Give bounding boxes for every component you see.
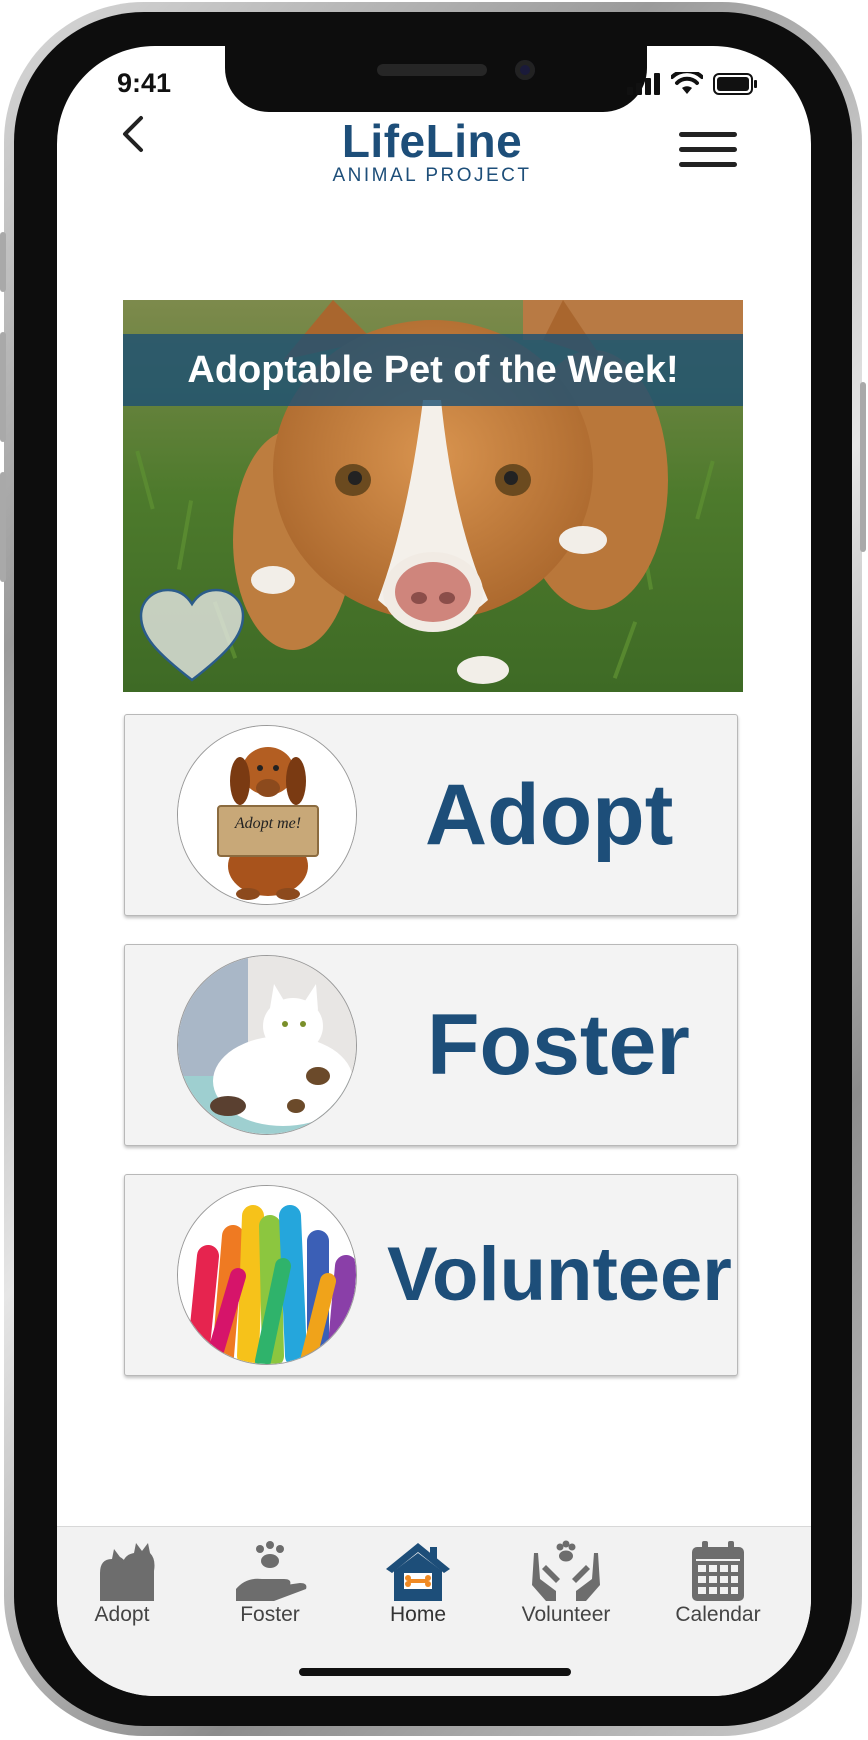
tab-calendar[interactable]: Calendar — [663, 1539, 773, 1639]
hamburger-menu-button[interactable] — [677, 130, 739, 170]
wifi-icon — [671, 72, 703, 94]
calendar-icon — [692, 1541, 744, 1601]
logo-title: LifeLine — [341, 115, 523, 167]
pet-of-the-week-banner: Adoptable Pet of the Week! — [123, 334, 743, 406]
notch — [225, 46, 647, 112]
tab-home[interactable]: Home — [363, 1539, 473, 1639]
tab-home-label: Home — [389, 1603, 447, 1626]
hands-paw-icon — [532, 1540, 600, 1601]
foster-cat-image — [177, 955, 357, 1135]
volume-up-button — [0, 332, 6, 442]
status-time: 9:41 — [117, 68, 172, 98]
volunteer-hands-image — [177, 1185, 357, 1365]
pet-of-the-week-card[interactable]: Adoptable Pet of the Week! — [123, 300, 743, 692]
favorite-heart-button[interactable] — [137, 588, 247, 688]
pets-icon — [100, 1543, 155, 1601]
battery-icon — [713, 73, 757, 95]
adopt-label: Adopt — [425, 767, 674, 863]
adopt-card-button[interactable]: Adopt me! Adopt — [124, 714, 738, 916]
signal-icon — [627, 73, 660, 95]
lifeline-logo[interactable]: LifeLine ANIMAL PROJECT — [297, 116, 567, 186]
tab-foster-label: Foster — [240, 1603, 300, 1626]
app-screen: 9:41 LifeLine ANIMAL PROJECT Adoptable P… — [57, 46, 811, 1696]
speaker — [377, 64, 487, 76]
adopt-sign-text: Adopt me! — [234, 815, 301, 832]
paw-hand-icon — [236, 1541, 307, 1601]
tab-volunteer-label: Volunteer — [521, 1603, 611, 1626]
tab-volunteer[interactable]: Volunteer — [511, 1539, 621, 1639]
foster-card-button[interactable]: Foster — [124, 944, 738, 1146]
volunteer-card-button[interactable]: Volunteer — [124, 1174, 738, 1376]
tab-calendar-label: Calendar — [675, 1603, 761, 1626]
foster-label: Foster — [427, 997, 690, 1093]
mute-switch — [0, 232, 6, 292]
home-icon — [386, 1543, 450, 1601]
tab-adopt-label: Adopt — [94, 1603, 150, 1626]
tab-foster[interactable]: Foster — [215, 1539, 325, 1639]
power-button — [860, 382, 866, 552]
back-button[interactable] — [115, 112, 155, 156]
status-icons — [627, 72, 759, 96]
home-indicator[interactable] — [299, 1668, 571, 1676]
front-camera — [515, 60, 535, 80]
volume-down-button — [0, 472, 6, 582]
volunteer-label: Volunteer — [387, 1232, 732, 1317]
adopt-dog-image: Adopt me! — [177, 725, 357, 905]
tab-adopt[interactable]: Adopt — [67, 1539, 177, 1639]
logo-subtitle: ANIMAL PROJECT — [332, 165, 532, 186]
